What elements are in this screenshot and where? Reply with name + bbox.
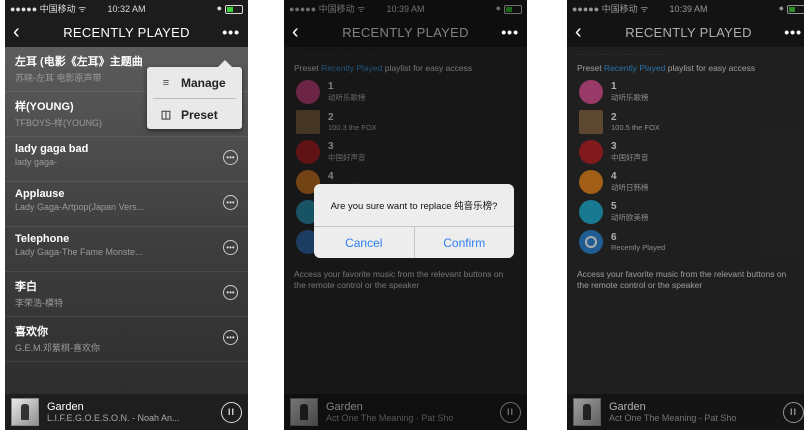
mini-player[interactable]: Garden L.I.F.E.G.O.E.S.O.N. - Noah An...… (5, 394, 248, 430)
song-options-icon[interactable]: ••• (223, 150, 238, 165)
menu-item-label: Manage (181, 75, 226, 90)
page-title: RECENTLY PLAYED (63, 24, 190, 40)
song-options-icon[interactable]: ••• (223, 330, 238, 345)
now-playing-title: Garden (47, 401, 84, 413)
menu-item-label: Preset (181, 107, 218, 122)
list-item[interactable]: Applause Lady Gaga-Artpop(Japan Vers... … (5, 182, 248, 227)
screen-recently-played-menu: ●●●●● 中国移动 ᯤ 10:32 AM ● ‹ RECENTLY PLAYE… (5, 0, 248, 430)
more-menu-icon[interactable]: ••• (222, 24, 240, 40)
back-chevron-icon[interactable]: ‹ (575, 22, 582, 42)
song-options-icon[interactable]: ••• (223, 195, 238, 210)
preset-remote-icon: ◫ (160, 108, 172, 121)
more-menu-icon[interactable]: ••• (784, 24, 802, 40)
song-subtitle: G.E.M.邓紫棋-喜欢你 (15, 343, 100, 353)
song-title: 李白 (15, 281, 37, 293)
song-title: Telephone (15, 233, 70, 245)
song-title: Applause (15, 188, 65, 200)
list-item[interactable]: 李白 李荣浩-模特 ••• (5, 272, 248, 317)
menu-item-manage[interactable]: ≡ Manage (147, 67, 242, 98)
carrier-label: ●●●●● 中国移动 ᯤ (10, 4, 87, 14)
list-item[interactable]: Telephone Lady Gaga-The Fame Monste... •… (5, 227, 248, 272)
song-title: lady gaga bad (15, 143, 89, 155)
confirm-button[interactable]: Confirm (413, 227, 515, 258)
album-art (11, 398, 39, 426)
list-item[interactable]: 喜欢你 G.E.M.邓紫棋-喜欢你 ••• (5, 317, 248, 362)
song-subtitle: lady gaga- (15, 157, 58, 167)
dim-overlay (567, 0, 804, 430)
cancel-button[interactable]: Cancel (314, 227, 414, 258)
manage-list-icon: ≡ (162, 76, 170, 89)
more-menu-icon[interactable]: ••• (501, 24, 519, 40)
menu-item-preset[interactable]: ◫ Preset (147, 99, 242, 130)
back-chevron-icon[interactable]: ‹ (292, 22, 299, 42)
status-bar: ●●●●● 中国移动 ᯤ 10:32 AM ● (5, 0, 248, 17)
list-item[interactable]: lady gaga bad lady gaga- ••• (5, 137, 248, 182)
pause-button-icon[interactable]: II (221, 401, 242, 423)
song-subtitle: Lady Gaga-The Fame Monste... (15, 247, 143, 257)
song-options-icon[interactable]: ••• (223, 285, 238, 300)
dialog-message: Are you sure want to replace 纯音乐榜? (330, 201, 498, 212)
song-subtitle: 李荣浩-模特 (15, 298, 63, 308)
song-options-icon[interactable]: ••• (223, 240, 238, 255)
song-subtitle: Lady Gaga-Artpop(Japan Vers... (15, 202, 145, 212)
confirm-dialog: Are you sure want to replace 纯音乐榜? Cance… (314, 184, 514, 258)
screen-preset-result: ●●●●● 中国移动 ᯤ 10:39 AM ● ‹ RECENTLY PLAYE… (567, 0, 804, 430)
screen-preset-confirm: ●●●●● 中国移动 ᯤ 10:39 AM ● ‹ RECENTLY PLAYE… (284, 0, 527, 430)
back-chevron-icon[interactable]: ‹ (13, 22, 20, 42)
nav-bar: ‹ RECENTLY PLAYED ••• (5, 17, 248, 47)
song-title: 喜欢你 (15, 326, 48, 338)
now-playing-subtitle: L.I.F.E.G.O.E.S.O.N. - Noah An... (47, 413, 180, 423)
options-popup-menu: ≡ Manage ◫ Preset (147, 60, 242, 130)
battery-icon: ● (217, 3, 243, 14)
